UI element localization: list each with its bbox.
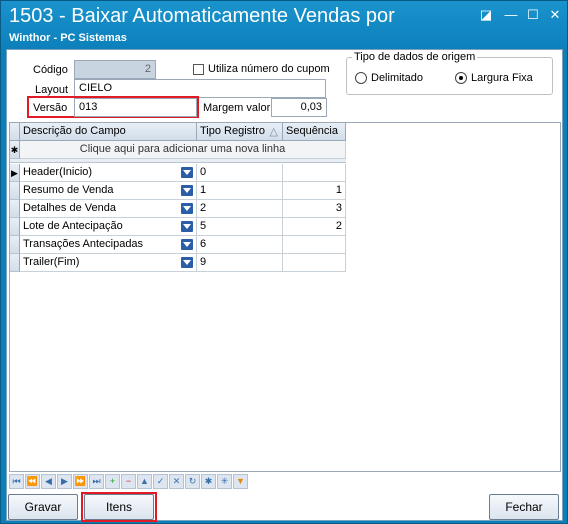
gravar-button[interactable]: Gravar (8, 494, 78, 520)
cupom-checkbox[interactable] (193, 64, 204, 75)
new-row-hint[interactable]: Clique aqui para adicionar uma nova linh… (20, 141, 346, 159)
cell-sequencia[interactable]: 1 (283, 182, 346, 200)
table-row[interactable]: Detalhes de Venda 2 3 (10, 200, 346, 218)
column-header-descricao[interactable]: Descrição do Campo (20, 123, 197, 141)
form-body: Código 2 Utiliza número do cupom Layout … (6, 49, 563, 522)
table-row[interactable]: Resumo de Venda 1 1 (10, 182, 346, 200)
column-header-tipo-label: Tipo Registro (200, 125, 266, 137)
dropdown-arrow-icon[interactable] (181, 239, 193, 250)
window-title: 1503 - Baixar Automaticamente Vendas por (9, 5, 395, 27)
window-subtitle: Winthor - PC Sistemas (9, 32, 127, 44)
title-bar[interactable]: 1503 - Baixar Automaticamente Vendas por… (1, 1, 567, 49)
table-row[interactable]: Lote de Antecipação 5 2 (10, 218, 346, 236)
row-indicator (10, 182, 20, 200)
row-indicator (10, 200, 20, 218)
cell-sequencia[interactable] (283, 254, 346, 272)
cell-descricao[interactable]: Detalhes de Venda (20, 200, 197, 218)
row-indicator (10, 218, 20, 236)
column-header-sequencia[interactable]: Sequência (283, 123, 346, 141)
main-window: 1503 - Baixar Automaticamente Vendas por… (0, 0, 568, 524)
fields-grid: Descrição do Campo Tipo Registro △ Sequên… (9, 122, 561, 472)
cell-descricao[interactable]: Transações Antecipadas (20, 236, 197, 254)
nav-refresh-icon[interactable]: ↻ (185, 474, 200, 489)
table-row[interactable]: Transações Antecipadas 6 (10, 236, 346, 254)
codigo-label: Código (33, 64, 68, 76)
dropdown-arrow-icon[interactable] (181, 221, 193, 232)
row-indicator: ▶ (10, 164, 20, 182)
nav-last-icon[interactable]: ⏭ (89, 474, 104, 489)
dropdown-arrow-icon[interactable] (181, 185, 193, 196)
nav-prev-page-icon[interactable]: ⏪ (25, 474, 40, 489)
cupom-label: Utiliza número do cupom (208, 63, 330, 75)
fechar-button[interactable]: Fechar (489, 494, 559, 520)
cell-descricao[interactable]: Lote de Antecipação (20, 218, 197, 236)
new-row-icon: ✱ (10, 141, 20, 159)
cell-descricao-text: Header(Inicio) (23, 166, 93, 178)
cell-descricao[interactable]: Header(Inicio) (20, 164, 197, 182)
dropdown-arrow-icon[interactable] (181, 203, 193, 214)
codigo-field: 2 (74, 60, 156, 79)
cell-descricao-text: Lote de Antecipação (23, 220, 123, 232)
cell-tipo[interactable]: 1 (197, 182, 283, 200)
sort-asc-icon: △ (269, 126, 278, 138)
cell-sequencia[interactable] (283, 164, 346, 182)
nav-post-icon[interactable]: ✓ (153, 474, 168, 489)
cell-tipo[interactable]: 5 (197, 218, 283, 236)
versao-label: Versão (33, 102, 68, 114)
largura-fixa-label: Largura Fixa (471, 72, 533, 84)
margem-label: Margem valor (203, 102, 271, 114)
table-row[interactable]: Trailer(Fim) 9 (10, 254, 346, 272)
restore-icon[interactable]: ◪ (477, 7, 495, 23)
new-row[interactable]: ✱ Clique aqui para adicionar uma nova li… (10, 141, 346, 159)
grid-separator (10, 159, 346, 163)
row-indicator (10, 236, 20, 254)
versao-field[interactable]: 013 (74, 98, 197, 117)
cell-descricao-text: Resumo de Venda (23, 184, 114, 196)
nav-insert-icon[interactable]: + (105, 474, 120, 489)
nav-next-page-icon[interactable]: ⏩ (73, 474, 88, 489)
delimitado-radio[interactable] (355, 72, 367, 84)
cell-descricao[interactable]: Resumo de Venda (20, 182, 197, 200)
dropdown-arrow-icon[interactable] (181, 257, 193, 268)
cell-descricao-text: Transações Antecipadas (23, 238, 144, 250)
layout-label: Layout (35, 84, 69, 96)
cell-tipo[interactable]: 2 (197, 200, 283, 218)
cell-tipo[interactable]: 9 (197, 254, 283, 272)
nav-filter-icon[interactable]: ▼ (233, 474, 248, 489)
dropdown-arrow-icon[interactable] (181, 167, 193, 178)
nav-prev-icon[interactable]: ◀ (41, 474, 56, 489)
nav-goto-bookmark-icon[interactable]: ✳ (217, 474, 232, 489)
close-icon[interactable]: ✕ (546, 7, 564, 23)
minimize-icon[interactable]: — (502, 7, 520, 23)
cell-descricao-text: Trailer(Fim) (23, 256, 80, 268)
nav-next-icon[interactable]: ▶ (57, 474, 72, 489)
nav-bookmark-icon[interactable]: ✱ (201, 474, 216, 489)
maximize-icon[interactable]: ☐ (524, 7, 542, 23)
delimitado-label: Delimitado (371, 72, 423, 84)
itens-button[interactable]: Itens (84, 494, 154, 520)
table-row[interactable]: ▶ Header(Inicio) 0 (10, 164, 346, 182)
nav-first-icon[interactable]: ⏮ (9, 474, 24, 489)
cell-tipo[interactable]: 6 (197, 236, 283, 254)
origem-title: Tipo de dados de origem (352, 51, 478, 63)
nav-delete-icon[interactable]: − (121, 474, 136, 489)
cell-sequencia[interactable]: 3 (283, 200, 346, 218)
cell-descricao[interactable]: Trailer(Fim) (20, 254, 197, 272)
column-header-tipo[interactable]: Tipo Registro △ (197, 123, 283, 141)
cell-sequencia[interactable]: 2 (283, 218, 346, 236)
margem-field[interactable]: 0,03 (271, 98, 327, 117)
nav-cancel-icon[interactable]: ✕ (169, 474, 184, 489)
largura-fixa-radio[interactable] (455, 72, 467, 84)
row-indicator (10, 254, 20, 272)
grid-corner (10, 123, 20, 141)
cell-descricao-text: Detalhes de Venda (23, 202, 116, 214)
cell-sequencia[interactable] (283, 236, 346, 254)
cell-tipo[interactable]: 0 (197, 164, 283, 182)
nav-edit-icon[interactable]: ▲ (137, 474, 152, 489)
